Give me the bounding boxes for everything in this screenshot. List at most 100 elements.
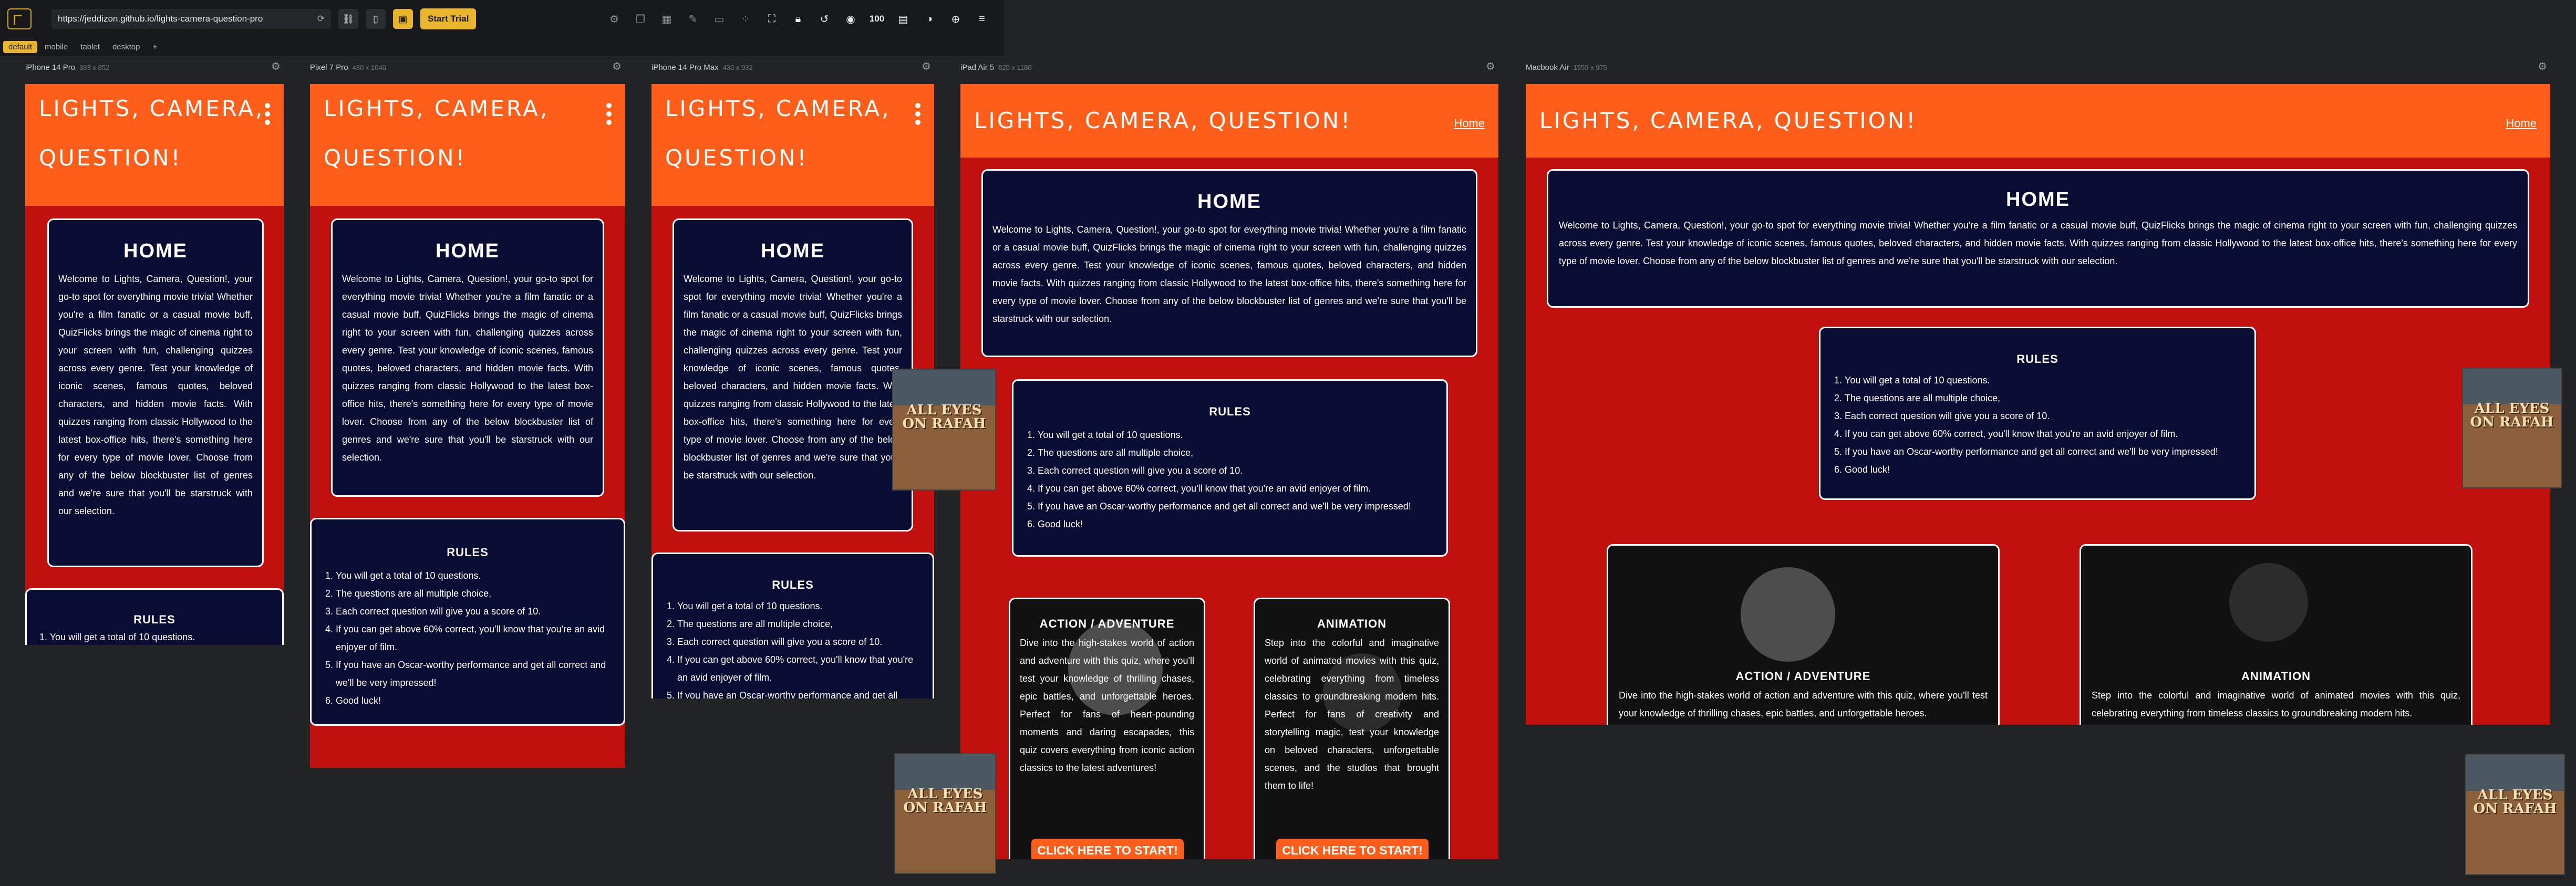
link-icon[interactable]: ⛓ bbox=[338, 9, 358, 29]
rules-title: RULES bbox=[2016, 352, 2058, 366]
rules-item: If you can get above 60% correct, you'll… bbox=[1038, 480, 1434, 497]
rotate-icon[interactable]: ↺ bbox=[811, 13, 837, 26]
rules-item: If you have an Oscar-worthy performance … bbox=[677, 686, 920, 699]
floating-thumbnail[interactable]: ALL EYES ON RAFAH bbox=[892, 369, 996, 491]
site-brand[interactable]: LIGHTS, CAMERA, QUESTION! bbox=[974, 84, 1352, 158]
category-title: ACTION / ADVENTURE bbox=[1039, 617, 1175, 630]
zoom-level[interactable]: 100 bbox=[864, 14, 890, 24]
site-header: LIGHTS, CAMERA, QUESTION! bbox=[651, 84, 934, 206]
rules-item: Good luck! bbox=[1845, 461, 2242, 478]
fit-tool-icon[interactable]: ⛶ bbox=[759, 13, 785, 25]
site-brand[interactable]: LIGHTS, CAMERA, QUESTION! bbox=[39, 84, 264, 183]
device-frame-ipadair5: LIGHTS, CAMERA, QUESTION! Home HOME Welc… bbox=[960, 84, 1498, 859]
rules-item: The questions are all multiple choice, bbox=[336, 585, 611, 602]
device-settings-icon[interactable]: ⚙ bbox=[612, 61, 623, 72]
floating-thumbnail[interactable]: ALL EYES ON RAFAH bbox=[894, 753, 996, 874]
rules-card: RULES You will get a total of 10 questio… bbox=[310, 518, 625, 726]
home-title: HOME bbox=[2006, 189, 2070, 211]
category-card-action[interactable]: ACTION / ADVENTURE Dive into the high-st… bbox=[1607, 544, 2000, 725]
rules-item: Each correct question will give you a sc… bbox=[1845, 407, 2242, 425]
preset-default[interactable]: default bbox=[3, 40, 38, 53]
home-text: Welcome to Lights, Camera, Question!, yo… bbox=[684, 274, 902, 481]
kebab-menu-icon[interactable] bbox=[265, 103, 270, 125]
home-card: HOME Welcome to Lights, Camera, Question… bbox=[47, 218, 264, 567]
site-brand[interactable]: LIGHTS, CAMERA, QUESTION! bbox=[324, 84, 549, 183]
rules-title: RULES bbox=[133, 613, 175, 626]
device-settings-icon[interactable]: ⚙ bbox=[1486, 61, 1496, 72]
browser-toolbar: https://jeddizon.github.io/lights-camera… bbox=[0, 0, 1003, 38]
device-icon[interactable]: ▯ bbox=[366, 9, 386, 29]
kebab-menu-icon[interactable] bbox=[606, 103, 612, 125]
preset-desktop[interactable]: desktop bbox=[107, 41, 146, 53]
stormtrooper-image bbox=[1741, 567, 1836, 662]
pen-tool-icon[interactable]: ✎ bbox=[680, 13, 706, 26]
add-icon[interactable]: ⊕ bbox=[943, 13, 969, 26]
preset-tablet[interactable]: tablet bbox=[75, 41, 105, 53]
thumbnail-text: ALL EYES ON RAFAH bbox=[903, 786, 987, 816]
rules-item: 1. You will get a total of 10 questions. bbox=[39, 632, 195, 642]
menu-icon[interactable]: ≡ bbox=[969, 13, 995, 25]
site-brand[interactable]: LIGHTS, CAMERA, QUESTION! bbox=[1539, 84, 1917, 158]
dots-tool-icon[interactable]: ⁘ bbox=[732, 13, 759, 26]
ruler-tool-icon[interactable]: ▭ bbox=[706, 13, 732, 26]
device-label: Macbook Air 1559 x 975 bbox=[1526, 63, 1607, 72]
camera-icon[interactable]: ◉ bbox=[837, 13, 864, 26]
rules-item: If you can get above 60% correct, you'll… bbox=[1845, 425, 2242, 443]
start-trial-button[interactable]: Start Trial bbox=[420, 8, 477, 29]
rules-list: You will get a total of 10 questions. Th… bbox=[666, 597, 920, 699]
rules-item: Each correct question will give you a sc… bbox=[336, 602, 611, 620]
nav-home-link[interactable]: Home bbox=[1454, 117, 1485, 130]
rules-item: The questions are all multiple choice, bbox=[1038, 444, 1434, 462]
preset-mobile[interactable]: mobile bbox=[39, 41, 73, 53]
category-card-action[interactable]: ACTION / ADVENTURE Dive into the high-st… bbox=[1009, 598, 1205, 859]
preset-bar: default mobile tablet desktop + bbox=[0, 38, 1003, 56]
url-bar[interactable]: https://jeddizon.github.io/lights-camera… bbox=[51, 9, 331, 29]
rules-item: If you have an Oscar-worthy performance … bbox=[1038, 497, 1434, 515]
device-label: iPhone 14 Pro Max 430 x 932 bbox=[651, 63, 753, 72]
home-text: Welcome to Lights, Camera, Question!, yo… bbox=[342, 274, 593, 463]
category-card-animation[interactable]: ANIMATION Step into the colorful and ima… bbox=[1254, 598, 1450, 859]
site-brand[interactable]: LIGHTS, CAMERA, QUESTION! bbox=[665, 84, 891, 183]
home-card: HOME Welcome to Lights, Camera, Question… bbox=[673, 218, 913, 531]
rules-card: RULES You will get a total of 10 questio… bbox=[1012, 379, 1448, 557]
rules-list: You will get a total of 10 questions. Th… bbox=[1026, 426, 1434, 533]
settings-tool-icon[interactable]: ⚙ bbox=[601, 13, 627, 26]
layers-tool-icon[interactable]: ❐ bbox=[627, 13, 654, 26]
grid-tool-icon[interactable]: ▦ bbox=[654, 13, 680, 26]
rules-card: RULES You will get a total of 10 questio… bbox=[651, 553, 934, 699]
nav-home-link[interactable]: Home bbox=[2506, 117, 2537, 130]
rules-list: You will get a total of 10 questions. Th… bbox=[1833, 371, 2242, 478]
rules-item: Good luck! bbox=[336, 692, 611, 710]
device-settings-icon[interactable]: ⚙ bbox=[2538, 61, 2548, 72]
device-settings-icon[interactable]: ⚙ bbox=[271, 61, 282, 72]
rules-item: You will get a total of 10 questions. bbox=[1845, 371, 2242, 389]
home-text: Welcome to Lights, Camera, Question!, yo… bbox=[1559, 220, 2517, 266]
lock-icon[interactable]: 🔒︎ bbox=[785, 13, 811, 25]
category-title: ANIMATION bbox=[1317, 617, 1387, 630]
home-title: HOME bbox=[1197, 191, 1261, 213]
category-card-animation[interactable]: ANIMATION Step into the colorful and ima… bbox=[2080, 544, 2472, 725]
floating-thumbnail[interactable]: ALL EYES ON RAFAH bbox=[2465, 754, 2565, 875]
home-text: Welcome to Lights, Camera, Question!, yo… bbox=[992, 224, 1466, 324]
rules-title: RULES bbox=[1209, 405, 1251, 418]
page-icon[interactable]: ▤ bbox=[890, 13, 916, 26]
device-label: iPad Air 5 820 x 1180 bbox=[960, 63, 1032, 72]
site-header: LIGHTS, CAMERA, QUESTION! bbox=[25, 84, 284, 206]
home-card: HOME Welcome to Lights, Camera, Question… bbox=[1547, 169, 2529, 308]
start-quiz-button[interactable]: CLICK HERE TO START! bbox=[1276, 839, 1429, 859]
thumbnail-text: ALL EYES ON RAFAH bbox=[2470, 401, 2554, 431]
kebab-menu-icon[interactable] bbox=[915, 103, 920, 125]
discord-icon[interactable]: ◑ bbox=[916, 13, 943, 25]
start-quiz-button[interactable]: CLICK HERE TO START! bbox=[1031, 839, 1184, 859]
device-settings-icon[interactable]: ⚙ bbox=[922, 61, 932, 72]
home-title: HOME bbox=[436, 240, 500, 262]
screenshot-toggle-icon[interactable]: ▣ bbox=[393, 9, 413, 29]
floating-thumbnail[interactable]: ALL EYES ON RAFAH bbox=[2462, 368, 2562, 488]
add-preset-button[interactable]: + bbox=[147, 41, 162, 53]
site-header: LIGHTS, CAMERA, QUESTION! Home bbox=[1526, 84, 2550, 158]
reload-icon[interactable]: ⟳ bbox=[317, 14, 325, 24]
home-card: HOME Welcome to Lights, Camera, Question… bbox=[331, 218, 604, 497]
category-text: Step into the colorful and imaginative w… bbox=[1265, 638, 1439, 791]
rules-item: Good luck! bbox=[1038, 515, 1434, 533]
app-logo-icon[interactable] bbox=[7, 8, 32, 29]
